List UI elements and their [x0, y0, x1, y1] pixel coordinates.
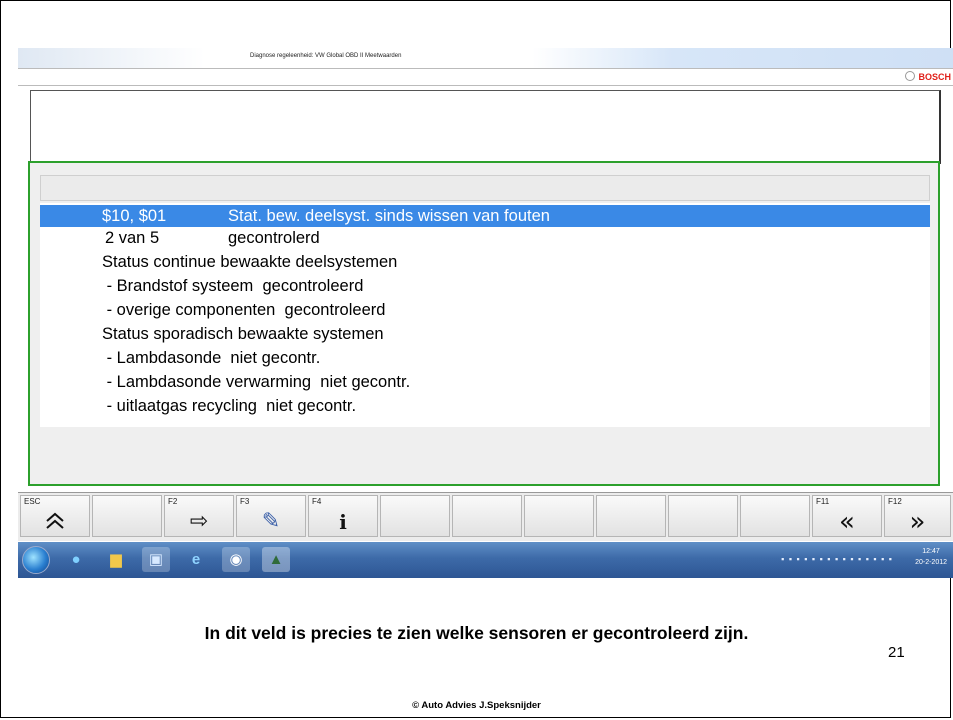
windows-taskbar: ● ▆ ▣ e ◉ ▲ ▪ ▪ ▪ ▪ ▪ ▪ ▪ ▪ ▪ ▪ ▪ ▪ ▪ ▪ … — [18, 542, 953, 578]
summary-status: gecontrolerd — [228, 229, 320, 247]
f4-key-button[interactable]: F4 i — [308, 495, 378, 537]
list-header — [40, 175, 930, 201]
page-number: 21 — [888, 644, 905, 661]
f3-key-button[interactable]: F3 ✎ — [236, 495, 306, 537]
selected-row[interactable]: $10, $01 Stat. bew. deelsyst. sinds wiss… — [40, 205, 930, 227]
blank-key-10[interactable] — [740, 495, 810, 537]
disc-icon[interactable]: ◉ — [222, 547, 250, 572]
window-titlebar: Diagnose regeleenheid: VW Global OBD II … — [18, 48, 953, 68]
folder-icon[interactable]: ▆ — [102, 547, 130, 572]
copyright-footer: © Auto Advies J.Speksnijder — [412, 700, 541, 711]
blank-key-8[interactable] — [596, 495, 666, 537]
empty-key-button[interactable] — [92, 495, 162, 537]
row-code: $10, $01 — [102, 207, 167, 225]
summary-row[interactable]: 2 van 5 gecontrolerd — [40, 227, 930, 249]
list-item: Status sporadisch bewaakte systemen — [102, 325, 384, 343]
list-item: - Brandstof systeem gecontroleerd — [102, 277, 364, 295]
list-item: - overige componenten gecontroleerd — [102, 301, 386, 319]
media-player-icon[interactable]: ● — [62, 547, 90, 572]
blank-key-9[interactable] — [668, 495, 738, 537]
slide-caption: In dit veld is precies te zien welke sen… — [204, 623, 749, 643]
edit-icon: ✎ — [261, 509, 281, 534]
double-right-icon: » — [909, 507, 926, 537]
info-panel — [30, 90, 941, 164]
row-text: Stat. bew. deelsyst. sinds wissen van fo… — [228, 207, 550, 225]
bosch-armature-icon — [905, 71, 916, 81]
list-item: - uitlaatgas recycling niet gecontr. — [102, 397, 357, 415]
double-left-icon: « — [839, 507, 855, 537]
bosch-logo: BOSCH — [905, 71, 951, 82]
list-item: - Lambdasonde verwarming niet gecontr. — [102, 373, 411, 391]
f2-key-button[interactable]: F2 ⇨ — [164, 495, 234, 537]
info-icon: i — [339, 510, 347, 534]
arrow-right-icon: ⇨ — [189, 509, 209, 534]
start-button[interactable] — [22, 546, 50, 574]
double-up-icon — [21, 510, 89, 538]
system-tray: ▪ ▪ ▪ ▪ ▪ ▪ ▪ ▪ ▪ ▪ ▪ ▪ ▪ ▪ ▪ — [781, 554, 893, 564]
f12-key-button[interactable]: F12 » — [884, 495, 951, 537]
clock-date: 20-2-2012 — [915, 559, 947, 566]
list-item: - Lambdasonde niet gecontr. — [102, 349, 321, 367]
summary-count: 2 van 5 — [105, 229, 160, 247]
list-item: Status continue bewaakte deelsystemen — [102, 253, 398, 271]
window-title: Diagnose regeleenheid: VW Global OBD II … — [250, 53, 402, 59]
diagnostic-screenshot: Diagnose regeleenheid: VW Global OBD II … — [18, 48, 953, 578]
blank-key-7[interactable] — [524, 495, 594, 537]
function-key-bar: ESC F2 ⇨ F3 ✎ F4 i F11 « F12 » — [18, 492, 953, 541]
blank-key-6[interactable] — [452, 495, 522, 537]
system-clock[interactable]: 12:47 20-2-2012 — [915, 546, 947, 568]
esc-key-button[interactable]: ESC — [20, 495, 90, 537]
brand-name: BOSCH — [918, 72, 951, 82]
internet-explorer-icon[interactable]: e — [182, 547, 210, 572]
measurement-panel: $10, $01 Stat. bew. deelsyst. sinds wiss… — [28, 161, 940, 486]
clock-time: 12:47 — [922, 548, 940, 555]
app-window-icon[interactable]: ▣ — [142, 547, 170, 572]
panel-footer — [40, 431, 930, 481]
blank-key-5[interactable] — [380, 495, 450, 537]
measurement-list[interactable]: $10, $01 Stat. bew. deelsyst. sinds wiss… — [40, 203, 930, 427]
brand-bar: BOSCH — [18, 68, 953, 86]
diagnostic-app-icon[interactable]: ▲ — [262, 547, 290, 572]
f11-key-button[interactable]: F11 « — [812, 495, 882, 537]
